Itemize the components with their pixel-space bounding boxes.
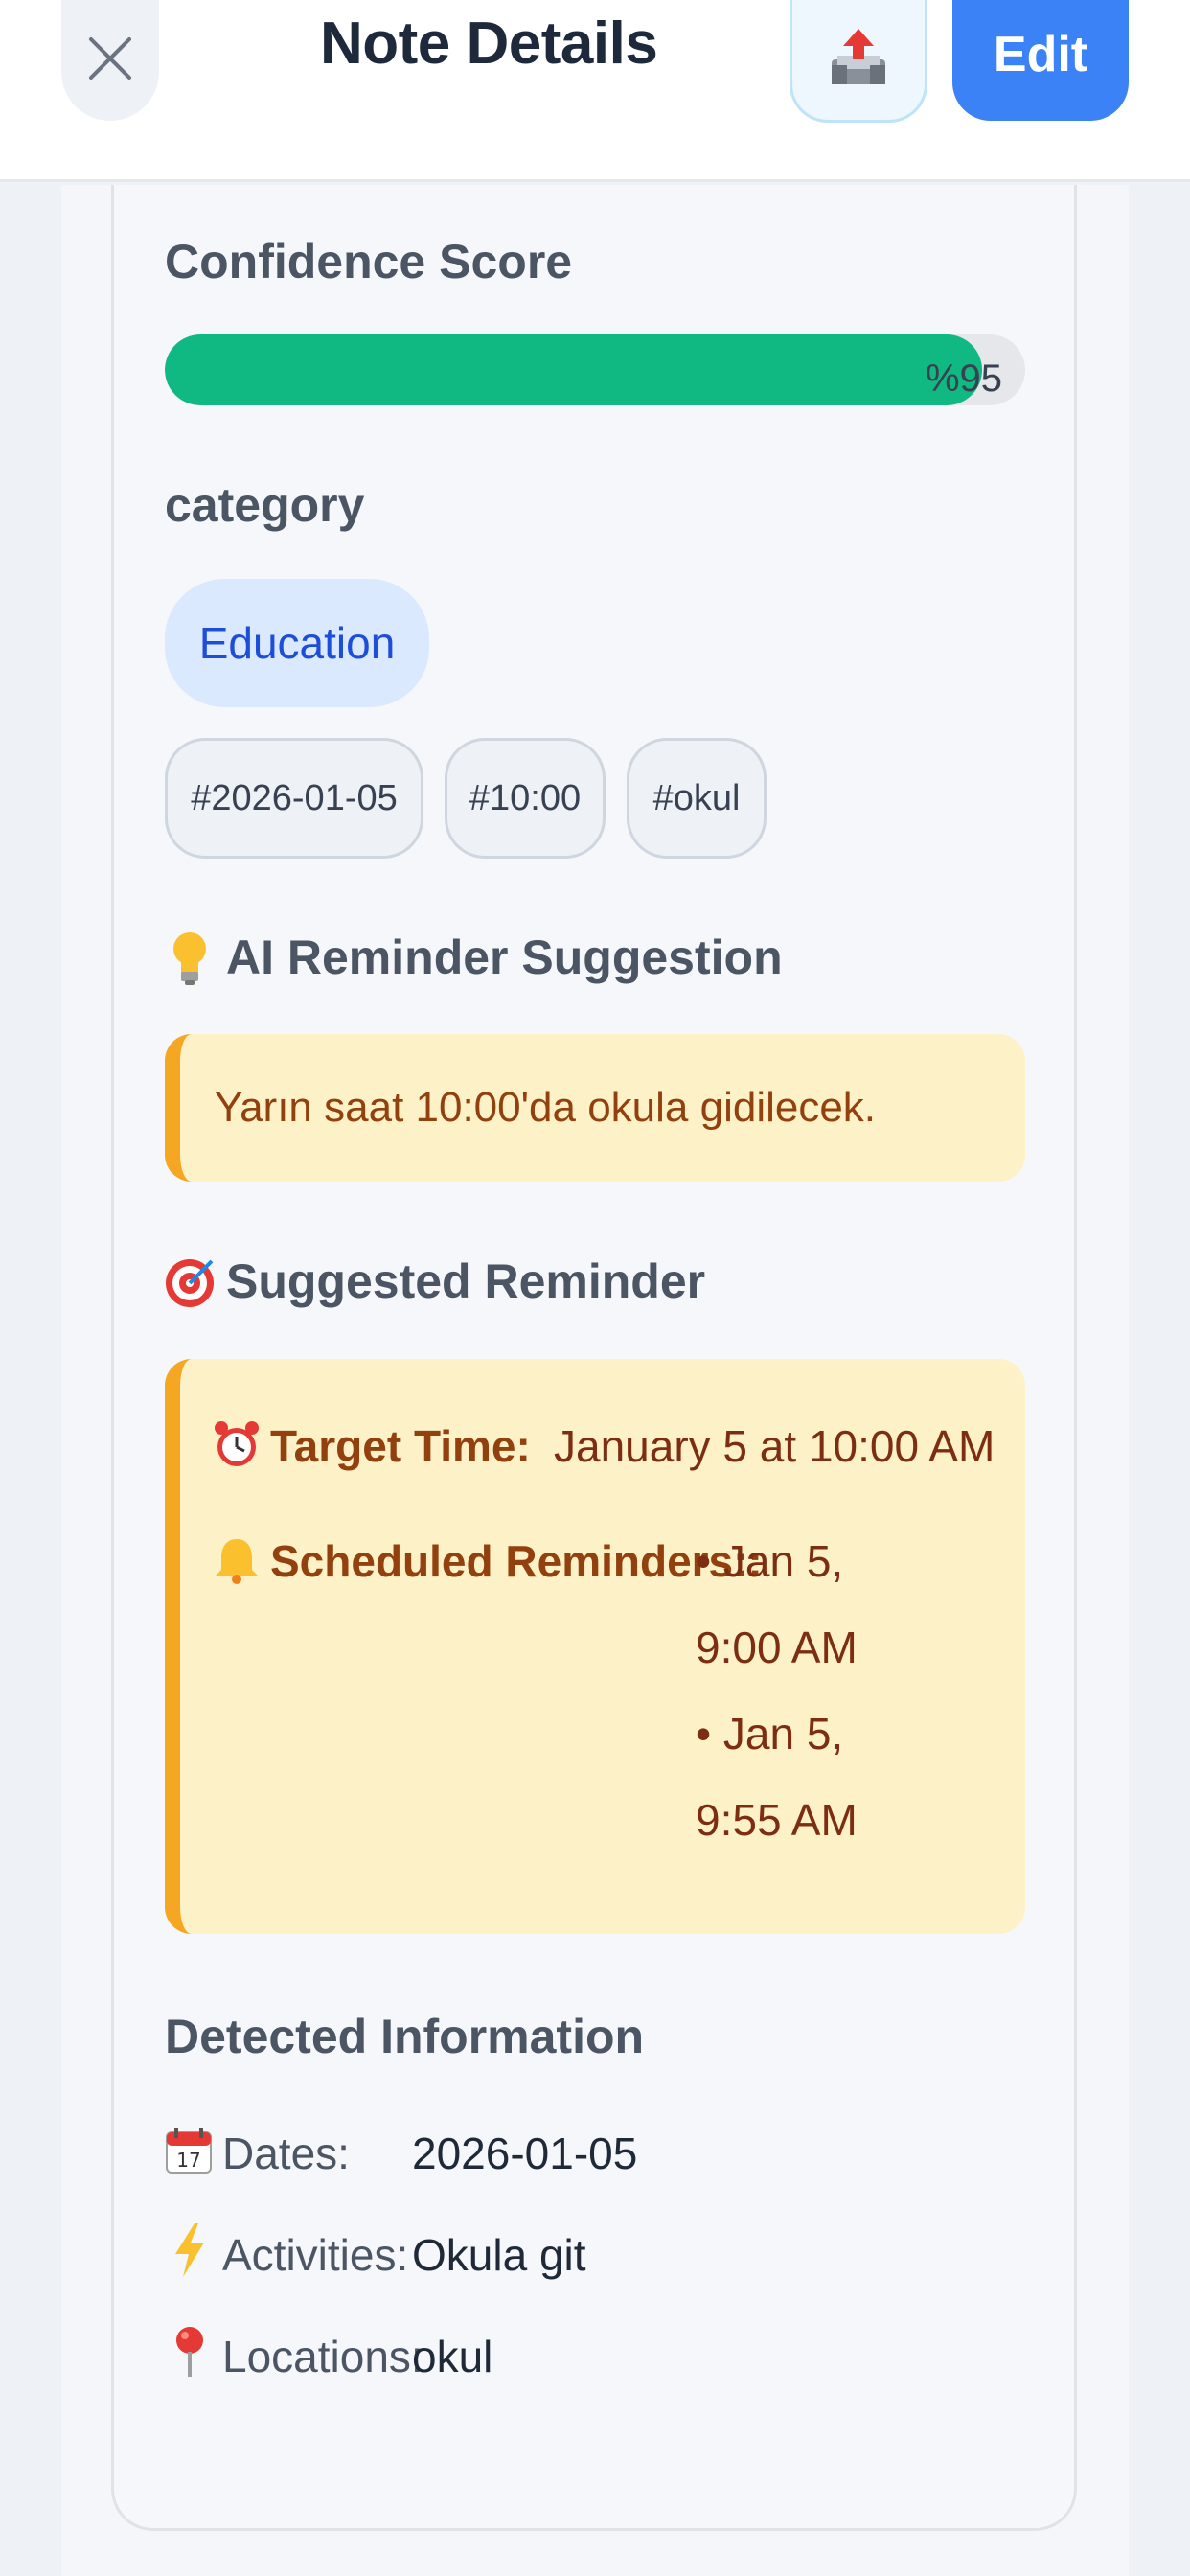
scheduled-reminder-item: 9:00 AM bbox=[696, 1622, 858, 1672]
scheduled-reminder-item: • Jan 5, bbox=[696, 1536, 844, 1586]
confidence-progress-bar: %95 bbox=[165, 334, 1025, 405]
close-icon bbox=[87, 35, 133, 86]
category-title: category bbox=[165, 478, 365, 532]
close-button[interactable] bbox=[61, 0, 159, 121]
target-icon bbox=[163, 1254, 217, 1313]
ai-suggestion-box: Yarın saat 10:00'da okula gidilecek. bbox=[165, 1034, 1025, 1182]
tag-chip[interactable]: #2026-01-05 bbox=[165, 738, 423, 859]
header-bar: Note Details Edit bbox=[0, 0, 1190, 182]
activities-value: Okula git bbox=[412, 2230, 586, 2280]
outbox-upload-icon bbox=[828, 27, 889, 93]
calendar-icon: 17 bbox=[163, 2124, 215, 2177]
location-pin-icon bbox=[169, 2323, 211, 2380]
dates-label: Dates: bbox=[222, 2128, 350, 2178]
confidence-title: Confidence Score bbox=[165, 235, 573, 288]
suggested-reminder-title: Suggested Reminder bbox=[226, 1254, 706, 1308]
alarm-clock-icon bbox=[213, 1418, 261, 1472]
scheduled-reminder-item: • Jan 5, bbox=[696, 1709, 844, 1759]
lightbulb-icon bbox=[165, 928, 215, 989]
svg-text:17: 17 bbox=[176, 2149, 200, 2172]
share-button[interactable] bbox=[790, 0, 927, 123]
dates-value: 2026-01-05 bbox=[412, 2128, 638, 2178]
confidence-percent: %95 bbox=[925, 357, 1002, 400]
ai-suggestion-title: AI Reminder Suggestion bbox=[226, 931, 783, 984]
target-time-label: Target Time: bbox=[270, 1421, 531, 1471]
lightning-icon bbox=[169, 2221, 211, 2279]
tag-chip[interactable]: #10:00 bbox=[445, 738, 606, 859]
edit-button[interactable]: Edit bbox=[952, 0, 1129, 121]
bell-icon bbox=[213, 1533, 261, 1587]
locations-label: Locations: bbox=[222, 2332, 423, 2381]
confidence-progress-fill bbox=[165, 334, 983, 405]
activities-label: Activities: bbox=[222, 2230, 409, 2280]
scheduled-reminders-label: Scheduled Reminders:: bbox=[270, 1536, 763, 1586]
detected-info-title: Detected Information bbox=[165, 2010, 645, 2063]
target-time-value: January 5 at 10:00 AM bbox=[554, 1421, 995, 1471]
category-chip[interactable]: Education bbox=[165, 579, 429, 707]
scheduled-reminder-item: 9:55 AM bbox=[696, 1795, 858, 1845]
page-title: Note Details bbox=[320, 11, 658, 77]
tag-chip[interactable]: #okul bbox=[627, 738, 767, 859]
locations-value: okul bbox=[412, 2332, 493, 2381]
